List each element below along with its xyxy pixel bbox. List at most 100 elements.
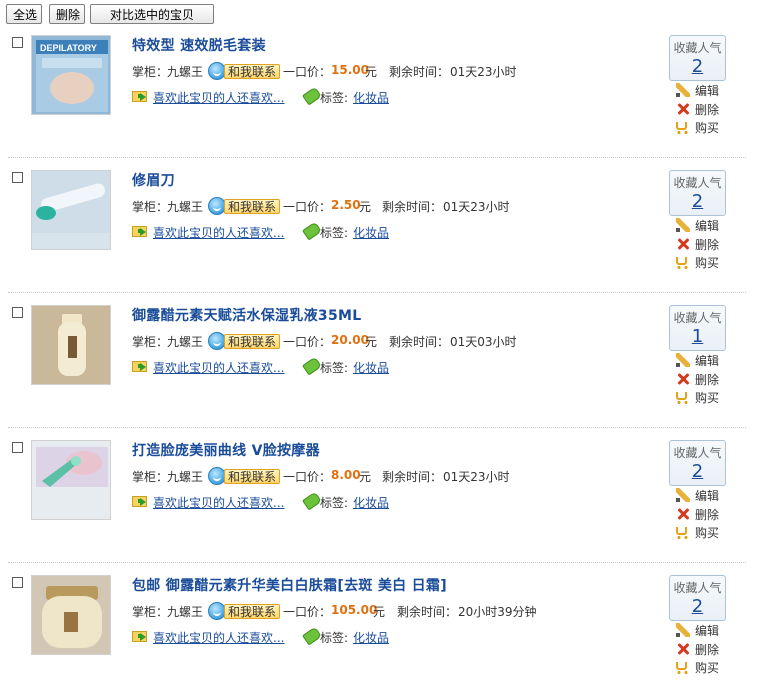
item-divider bbox=[8, 562, 746, 563]
compare-selected-button[interactable]: 对比选中的宝贝 bbox=[90, 4, 214, 24]
pencil-icon bbox=[676, 83, 690, 97]
cart-icon bbox=[676, 122, 688, 134]
item-thumbnail[interactable] bbox=[31, 305, 111, 385]
item-thumbnail[interactable] bbox=[31, 170, 111, 250]
favorites-count-box: 收藏人气 2 bbox=[669, 35, 726, 81]
contact-seller-button[interactable]: 和我联系 bbox=[224, 64, 281, 79]
favorite-item: 修眉刀 掌柜： 九螺王 和我联系 一口价： 2.50 元 剩余时间： 01天23… bbox=[0, 170, 766, 306]
seller-label: 掌柜： bbox=[132, 470, 169, 484]
delete-label: 删除 bbox=[695, 508, 720, 522]
contact-seller-button[interactable]: 和我联系 bbox=[224, 199, 281, 214]
delete-x-icon bbox=[676, 642, 690, 656]
item-divider bbox=[8, 292, 746, 293]
favorites-label: 收藏人气 bbox=[673, 581, 722, 595]
item-thumbnail[interactable] bbox=[31, 575, 111, 655]
delete-x-icon bbox=[676, 507, 690, 521]
cart-icon bbox=[676, 257, 688, 269]
remaining-label: 剩余时间： bbox=[397, 605, 458, 619]
related-items-link[interactable]: 喜欢此宝贝的人还喜欢... bbox=[153, 89, 284, 106]
favorite-item: 打造脸庞美丽曲线 V脸按摩器 掌柜： 九螺王 和我联系 一口价： 8.00 元 … bbox=[0, 440, 766, 576]
favorite-item: DEPILATORY 特效型 速效脱毛套装 掌柜： 九螺王 和我联系 一口价： … bbox=[0, 35, 766, 171]
price-label: 一口价： bbox=[283, 200, 332, 214]
tag-label: 标签: bbox=[320, 361, 349, 375]
item-thumbnail[interactable] bbox=[31, 440, 111, 520]
contact-seller-button[interactable]: 和我联系 bbox=[224, 604, 281, 619]
delete-x-icon bbox=[676, 237, 690, 251]
favorites-count-link[interactable]: 1 bbox=[670, 326, 725, 347]
tag-link[interactable]: 化妆品 bbox=[353, 629, 389, 646]
favorites-count-link[interactable]: 2 bbox=[670, 191, 725, 212]
delete-label: 删除 bbox=[695, 238, 720, 252]
edit-label: 编辑 bbox=[695, 84, 720, 98]
currency-label: 元 bbox=[365, 335, 378, 349]
item-thumbnail[interactable]: DEPILATORY bbox=[31, 35, 111, 115]
cart-icon bbox=[676, 527, 688, 539]
buy-label: 购买 bbox=[695, 661, 720, 675]
price-label: 一口价： bbox=[283, 470, 332, 484]
currency-label: 元 bbox=[359, 470, 372, 484]
remaining-label: 剩余时间： bbox=[389, 335, 450, 349]
item-title-link[interactable]: 特效型 速效脱毛套装 bbox=[132, 35, 266, 55]
pencil-icon bbox=[676, 353, 690, 367]
item-title-link[interactable]: 修眉刀 bbox=[132, 170, 175, 190]
favorites-count-link[interactable]: 2 bbox=[670, 596, 725, 617]
related-items-link[interactable]: 喜欢此宝贝的人还喜欢... bbox=[153, 629, 284, 646]
tag-link[interactable]: 化妆品 bbox=[353, 89, 389, 106]
item-title-link[interactable]: 御露醋元素天赋活水保湿乳液35ML bbox=[132, 305, 361, 325]
cart-icon bbox=[676, 662, 688, 674]
delete-selected-button[interactable]: 删除 bbox=[49, 4, 85, 24]
seller-name-link[interactable]: 九螺王 bbox=[167, 468, 203, 485]
buy-label: 购买 bbox=[695, 256, 720, 270]
remaining-time: 01天23小时 bbox=[443, 470, 510, 484]
tag-label: 标签: bbox=[320, 496, 349, 510]
related-arrow-icon bbox=[140, 363, 146, 371]
remaining-label: 剩余时间： bbox=[389, 65, 450, 79]
tag-link[interactable]: 化妆品 bbox=[353, 359, 389, 376]
remaining-time: 20小时39分钟 bbox=[458, 605, 537, 619]
contact-seller-button[interactable]: 和我联系 bbox=[224, 469, 281, 484]
related-items-link[interactable]: 喜欢此宝贝的人还喜欢... bbox=[153, 359, 284, 376]
item-title-link[interactable]: 包邮 御露醋元素升华美白白肤霜[去斑 美白 日霜] bbox=[132, 575, 447, 595]
delete-x-icon bbox=[676, 372, 690, 386]
favorite-item: 御露醋元素天赋活水保湿乳液35ML 掌柜： 九螺王 和我联系 一口价： 20.0… bbox=[0, 305, 766, 441]
contact-seller-button[interactable]: 和我联系 bbox=[224, 334, 281, 349]
select-all-button[interactable]: 全选 bbox=[6, 4, 42, 24]
edit-label: 编辑 bbox=[695, 354, 720, 368]
item-checkbox[interactable] bbox=[12, 307, 23, 318]
related-items-link[interactable]: 喜欢此宝贝的人还喜欢... bbox=[153, 224, 284, 241]
tag-link[interactable]: 化妆品 bbox=[353, 494, 389, 511]
tag-link[interactable]: 化妆品 bbox=[353, 224, 389, 241]
item-price: 105.00 bbox=[331, 603, 378, 617]
seller-label: 掌柜： bbox=[132, 335, 169, 349]
item-checkbox[interactable] bbox=[12, 442, 23, 453]
seller-name-link[interactable]: 九螺王 bbox=[167, 198, 203, 215]
item-title-link[interactable]: 打造脸庞美丽曲线 V脸按摩器 bbox=[132, 440, 320, 460]
tag-label: 标签: bbox=[320, 91, 349, 105]
item-checkbox[interactable] bbox=[12, 172, 23, 183]
item-checkbox[interactable] bbox=[12, 577, 23, 588]
favorites-count-link[interactable]: 2 bbox=[670, 56, 725, 77]
item-divider bbox=[8, 427, 746, 428]
favorites-label: 收藏人气 bbox=[673, 176, 722, 190]
favorites-label: 收藏人气 bbox=[673, 311, 722, 325]
item-divider bbox=[8, 157, 746, 158]
delete-label: 删除 bbox=[695, 643, 720, 657]
item-price: 2.50 bbox=[331, 198, 361, 212]
seller-name-link[interactable]: 九螺王 bbox=[167, 63, 203, 80]
favorites-count-box: 收藏人气 2 bbox=[669, 575, 726, 621]
related-items-link[interactable]: 喜欢此宝贝的人还喜欢... bbox=[153, 494, 284, 511]
currency-label: 元 bbox=[365, 65, 378, 79]
related-arrow-icon bbox=[140, 633, 146, 641]
seller-name-link[interactable]: 九螺王 bbox=[167, 603, 203, 620]
buy-label: 购买 bbox=[695, 121, 720, 135]
item-price: 20.00 bbox=[331, 333, 369, 347]
favorites-count-link[interactable]: 2 bbox=[670, 461, 725, 482]
thumbnail-brand-text: DEPILATORY bbox=[40, 43, 97, 53]
seller-label: 掌柜： bbox=[132, 65, 169, 79]
pencil-icon bbox=[676, 488, 690, 502]
seller-name-link[interactable]: 九螺王 bbox=[167, 333, 203, 350]
remaining-time: 01天03小时 bbox=[450, 335, 517, 349]
tag-icon bbox=[302, 626, 322, 646]
edit-label: 编辑 bbox=[695, 219, 720, 233]
item-checkbox[interactable] bbox=[12, 37, 23, 48]
